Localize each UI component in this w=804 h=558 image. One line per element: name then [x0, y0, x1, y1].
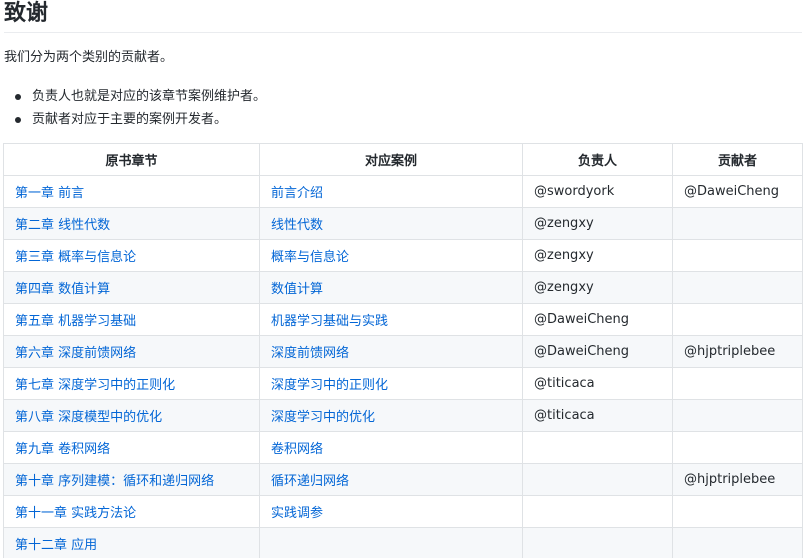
chapter-link[interactable]: 第九章 卷积网络: [15, 442, 110, 457]
case-link[interactable]: 循环递归网络: [271, 474, 349, 489]
case-cell: 数值计算: [259, 271, 523, 304]
chapter-cell: 第六章 深度前馈网络: [3, 335, 260, 368]
owner-cell: @zengxy: [522, 271, 673, 304]
chapter-cell: 第一章 前言: [3, 175, 260, 208]
table-row: 第九章 卷积网络 卷积网络: [3, 431, 803, 464]
chapter-link[interactable]: 第七章 深度学习中的正则化: [15, 378, 175, 393]
case-link[interactable]: 深度学习中的正则化: [271, 378, 388, 393]
case-link[interactable]: 前言介绍: [271, 186, 323, 201]
chapter-cell: 第十二章 应用: [3, 527, 260, 558]
case-link[interactable]: 机器学习基础与实践: [271, 314, 388, 329]
owner-cell: [522, 527, 673, 558]
table-row: 第四章 数值计算 数值计算 @zengxy: [3, 271, 803, 304]
owner-cell: [522, 431, 673, 464]
chapter-cell: 第九章 卷积网络: [3, 431, 260, 464]
owner-cell: [522, 495, 673, 528]
case-cell: 前言介绍: [259, 175, 523, 208]
owner-cell: @DaweiCheng: [522, 335, 673, 368]
table-row: 第二章 线性代数 线性代数 @zengxy: [3, 207, 803, 240]
contributor-cell: @DaweiCheng: [672, 175, 803, 208]
chapter-cell: 第十一章 实践方法论: [3, 495, 260, 528]
chapter-link[interactable]: 第一章 前言: [15, 186, 84, 201]
case-cell: 实践调参: [259, 495, 523, 528]
contributor-cell: @hjptriplebee: [672, 335, 803, 368]
chapter-link[interactable]: 第十二章 应用: [15, 538, 97, 553]
chapter-link[interactable]: 第十一章 实践方法论: [15, 506, 136, 521]
table-row: 第六章 深度前馈网络 深度前馈网络 @DaweiCheng @hjptriple…: [3, 335, 803, 368]
chapter-link[interactable]: 第六章 深度前馈网络: [15, 346, 136, 361]
table-row: 第一章 前言 前言介绍 @swordyork @DaweiCheng: [3, 175, 803, 208]
case-link[interactable]: 数值计算: [271, 282, 323, 297]
header-case: 对应案例: [259, 143, 523, 176]
case-link[interactable]: 概率与信息论: [271, 250, 349, 265]
contributor-cell: [672, 271, 803, 304]
case-link[interactable]: 深度学习中的优化: [271, 410, 375, 425]
page: 致谢 我们分为两个类别的贡献者。 负责人也就是对应的该章节案例维护者。 贡献者对…: [0, 0, 804, 558]
case-cell: 概率与信息论: [259, 239, 523, 272]
chapter-cell: 第四章 数值计算: [3, 271, 260, 304]
case-cell: 机器学习基础与实践: [259, 303, 523, 336]
chapter-cell: 第七章 深度学习中的正则化: [3, 367, 260, 400]
header-chapter: 原书章节: [3, 143, 260, 176]
intro-text: 我们分为两个类别的贡献者。: [4, 50, 174, 65]
owner-cell: @DaweiCheng: [522, 303, 673, 336]
owner-cell: @zengxy: [522, 207, 673, 240]
chapter-link[interactable]: 第十章 序列建模：循环和递归网络: [15, 474, 214, 489]
case-cell: 深度学习中的优化: [259, 399, 523, 432]
table-row: 第十一章 实践方法论 实践调参: [3, 495, 803, 528]
chapter-cell: 第三章 概率与信息论: [3, 239, 260, 272]
chapter-cell: 第五章 机器学习基础: [3, 303, 260, 336]
bullet-list: 负责人也就是对应的该章节案例维护者。 贡献者对应于主要的案例开发者。: [14, 85, 266, 131]
case-cell: 深度前馈网络: [259, 335, 523, 368]
contributor-cell: [672, 303, 803, 336]
case-link[interactable]: 卷积网络: [271, 442, 323, 457]
chapter-link[interactable]: 第四章 数值计算: [15, 282, 110, 297]
contributor-cell: [672, 239, 803, 272]
contributor-cell: [672, 399, 803, 432]
title-divider: [4, 32, 802, 33]
page-title: 致谢: [4, 1, 49, 26]
table-row: 第三章 概率与信息论 概率与信息论 @zengxy: [3, 239, 803, 272]
case-link[interactable]: 实践调参: [271, 506, 323, 521]
case-cell: 卷积网络: [259, 431, 523, 464]
contributor-cell: @hjptriplebee: [672, 463, 803, 496]
case-cell: [259, 527, 523, 558]
chapter-link[interactable]: 第五章 机器学习基础: [15, 314, 136, 329]
contributor-cell: [672, 527, 803, 558]
chapter-link[interactable]: 第二章 线性代数: [15, 218, 110, 233]
chapter-cell: 第八章 深度模型中的优化: [3, 399, 260, 432]
chapter-cell: 第二章 线性代数: [3, 207, 260, 240]
bullet-item-contributor: 贡献者对应于主要的案例开发者。: [14, 108, 266, 131]
table-row: 第十二章 应用: [3, 527, 803, 558]
case-link[interactable]: 深度前馈网络: [271, 346, 349, 361]
owner-cell: @titicaca: [522, 399, 673, 432]
table-row: 第十章 序列建模：循环和递归网络 循环递归网络 @hjptriplebee: [3, 463, 803, 496]
case-cell: 深度学习中的正则化: [259, 367, 523, 400]
owner-cell: @swordyork: [522, 175, 673, 208]
contributor-cell: [672, 495, 803, 528]
owner-cell: @titicaca: [522, 367, 673, 400]
table-header-row: 原书章节 对应案例 负责人 贡献者: [3, 143, 803, 176]
case-link[interactable]: 线性代数: [271, 218, 323, 233]
contributor-cell: [672, 207, 803, 240]
chapter-link[interactable]: 第八章 深度模型中的优化: [15, 410, 162, 425]
case-cell: 循环递归网络: [259, 463, 523, 496]
contributor-cell: [672, 431, 803, 464]
bullet-item-owner: 负责人也就是对应的该章节案例维护者。: [14, 85, 266, 108]
header-owner: 负责人: [522, 143, 673, 176]
table-row: 第七章 深度学习中的正则化 深度学习中的正则化 @titicaca: [3, 367, 803, 400]
chapter-link[interactable]: 第三章 概率与信息论: [15, 250, 136, 265]
acknowledgements-table: 原书章节 对应案例 负责人 贡献者 第一章 前言 前言介绍 @swordyork…: [3, 143, 803, 558]
table-row: 第五章 机器学习基础 机器学习基础与实践 @DaweiCheng: [3, 303, 803, 336]
chapter-cell: 第十章 序列建模：循环和递归网络: [3, 463, 260, 496]
owner-cell: [522, 463, 673, 496]
case-cell: 线性代数: [259, 207, 523, 240]
table-row: 第八章 深度模型中的优化 深度学习中的优化 @titicaca: [3, 399, 803, 432]
header-contributor: 贡献者: [672, 143, 803, 176]
contributor-cell: [672, 367, 803, 400]
owner-cell: @zengxy: [522, 239, 673, 272]
